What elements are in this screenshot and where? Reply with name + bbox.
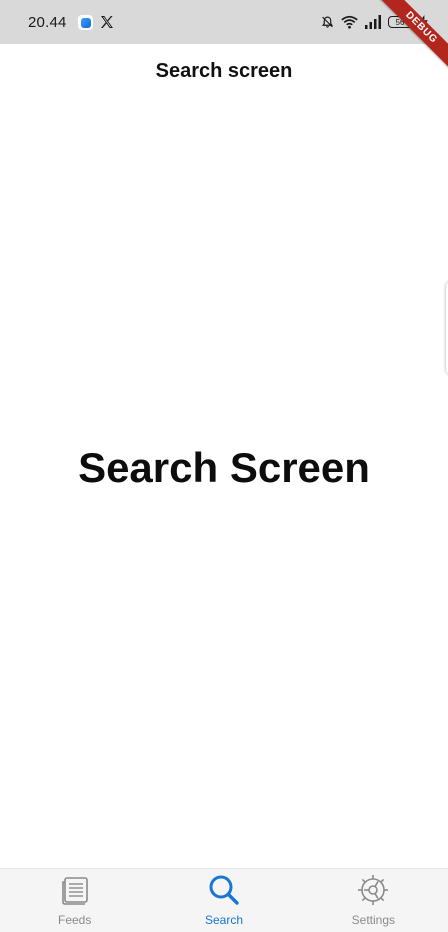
screen-heading: Search Screen	[78, 444, 370, 491]
gear-icon	[356, 873, 390, 907]
status-bar: 20.44 56	[0, 0, 448, 44]
nav-item-settings[interactable]: Settings	[299, 869, 448, 932]
search-icon	[207, 873, 241, 907]
wifi-icon	[341, 15, 358, 29]
bottom-navigation: Feeds Search Settings	[0, 868, 448, 932]
app-screen: 20.44 56 DEBUG Search screen Search Scre…	[0, 0, 448, 932]
nav-item-feeds[interactable]: Feeds	[0, 869, 149, 932]
feeds-icon	[58, 873, 92, 907]
app-notification-icon	[78, 15, 93, 30]
battery-level: 56	[395, 17, 405, 27]
nav-item-search[interactable]: Search	[149, 869, 298, 932]
status-right-icons: 56	[321, 12, 428, 32]
nav-label-settings: Settings	[351, 913, 395, 927]
x-twitter-icon	[101, 16, 113, 28]
status-time: 20.44	[28, 14, 67, 31]
battery-icon: 56	[388, 16, 412, 28]
bell-muted-icon	[322, 16, 333, 28]
nav-label-search: Search	[204, 913, 243, 927]
nav-label-feeds: Feeds	[57, 913, 92, 927]
signal-icon	[365, 15, 381, 29]
page-title: Search screen	[155, 60, 293, 82]
charging-bolt-icon	[419, 15, 428, 29]
